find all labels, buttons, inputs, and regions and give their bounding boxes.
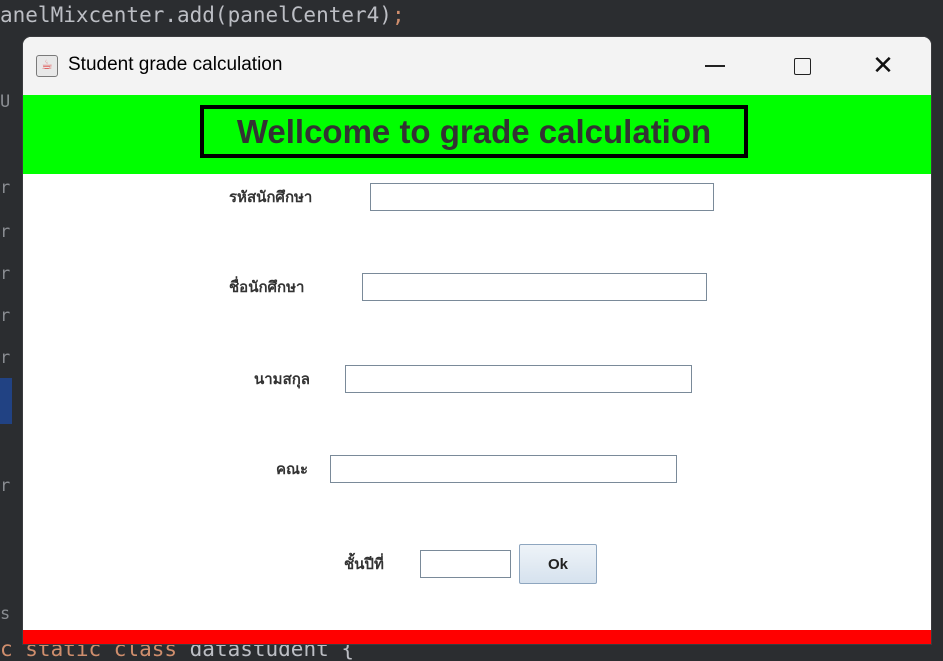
minimize-button[interactable] [685,37,745,95]
maximize-icon [793,57,811,75]
ide-gutter-char: r [0,178,11,198]
close-icon: ✕ [872,51,894,81]
footer-panel [23,630,931,644]
year-level-input[interactable] [420,550,511,578]
faculty-input[interactable] [330,455,677,483]
ide-code-punctuation: ; [391,3,405,27]
ide-gutter-char: r [0,264,11,284]
student-name-label: ชื่อนักศึกษา [229,278,305,296]
title-bar[interactable]: ☕ Student grade calculation ✕ [23,37,931,95]
faculty-label: คณะ [276,460,309,478]
close-button[interactable]: ✕ [853,37,913,95]
student-grade-window: ☕ Student grade calculation ✕ Wellcome t… [23,37,931,644]
student-id-input[interactable] [370,183,714,211]
student-name-input[interactable] [362,273,707,301]
ide-code-text: anelMixcenter.add(panelCenter4) [0,3,392,27]
ide-gutter-char: s [0,604,11,624]
student-id-label: รหัสนักศึกษา [229,188,313,206]
ide-gutter-char: U [0,92,11,112]
window-title: Student grade calculation [68,54,283,75]
java-cup-icon: ☕ [36,55,58,77]
header-panel: Wellcome to grade calculation [23,95,931,174]
surname-label: นามสกุล [254,370,310,388]
ide-code-line-top: anelMixcenter.add(panelCenter4); [0,0,943,36]
surname-input[interactable] [345,365,692,393]
ide-gutter-char: r [0,348,11,368]
ide-selection-highlight [0,378,12,424]
header-title: Wellcome to grade calculation [200,105,748,158]
ide-gutter-char: r [0,476,11,496]
minimize-icon [705,65,725,67]
ide-gutter-char: r [0,306,11,326]
year-level-label: ชั้นปีที่ [344,555,384,573]
maximize-button[interactable] [772,37,832,95]
ide-gutter-char: r [0,222,11,242]
ok-button[interactable]: Ok [519,544,597,584]
